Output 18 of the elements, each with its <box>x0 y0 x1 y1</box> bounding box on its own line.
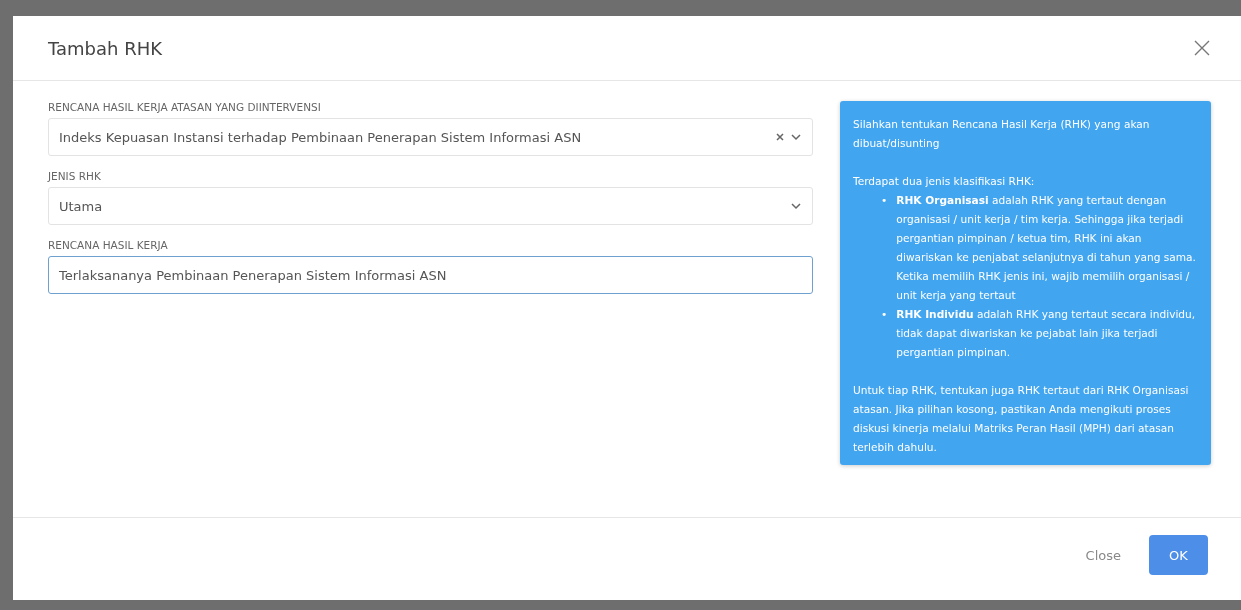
close-button[interactable]: Close <box>1079 546 1127 564</box>
field-label: RENCANA HASIL KERJA <box>48 239 169 251</box>
info-text: Untuk tiap RHK, tentukan juga RHK tertaut dari RHK Organisasi atasan. Jika pilihan kosong, pastikan Anda mengikuti proses diskusi kinerja melalui Matriks Peran Hasil (MPH) dari atasan terlebih dahulu. <box>853 383 1190 455</box>
close-icon[interactable] <box>1193 39 1211 57</box>
list-item: RHK Individu adalah RHK yang tertaut secara individu, tidak dapat diwariskan ke pejabat lain jika terjadi pergantian pimpinan. <box>896 307 1197 360</box>
dialog-title: Tambah RHK <box>48 37 162 59</box>
field-label: JENIS RHK <box>48 170 102 182</box>
input-field[interactable]: Terlaksananya Pembinaan Penerapan Sistem Informasi ASN <box>48 256 813 294</box>
clear-icon[interactable] <box>774 131 786 143</box>
chevron-down-icon[interactable] <box>790 200 802 212</box>
info-text: Silahkan tentukan Rencana Hasil Kerja (RHK) yang akan dibuat/disunting <box>853 117 1151 151</box>
info-text: Terdapat dua jenis klasifikasi RHK: <box>853 174 1036 189</box>
select-field[interactable]: Indeks Kepuasan Instansi terhadap Pembinaan Penerapan Sistem Informasi ASN <box>48 118 813 156</box>
field-label: RENCANA HASIL KERJA ATASAN YANG DIINTERVENSI <box>48 101 322 113</box>
bullet: • <box>881 193 888 208</box>
select-field[interactable]: Utama <box>48 187 813 225</box>
chevron-down-icon[interactable] <box>790 131 802 143</box>
bullet: • <box>881 307 888 322</box>
